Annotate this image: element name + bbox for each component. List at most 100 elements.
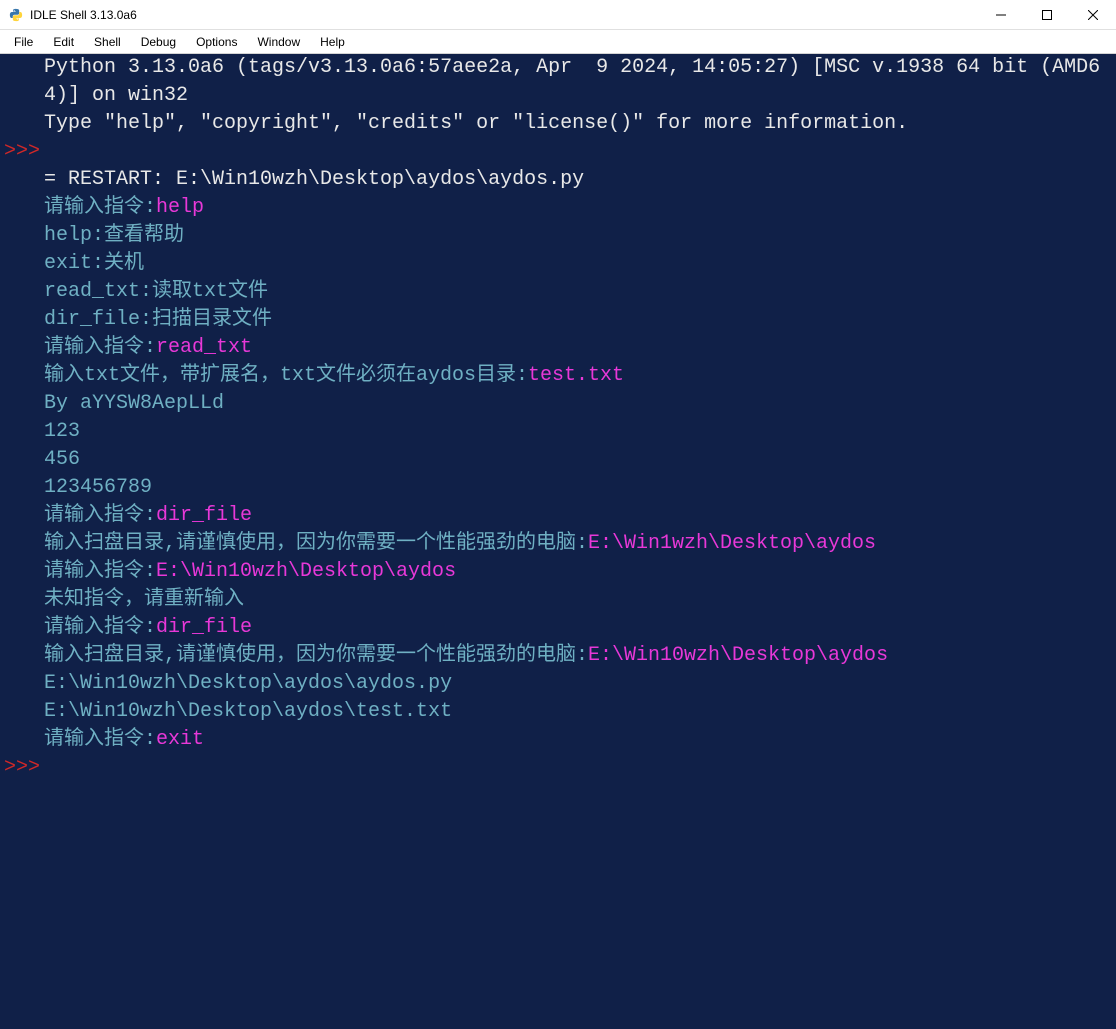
shell-line: read_txt:读取txt文件 bbox=[44, 278, 1108, 306]
shell-line: 输入txt文件，带扩展名，txt文件必须在aydos目录:test.txt bbox=[44, 362, 1108, 390]
prompt bbox=[0, 726, 44, 754]
minimize-button[interactable] bbox=[978, 0, 1024, 30]
shell-text: dir_file bbox=[156, 504, 252, 527]
shell-text: E:\Win10wzh\Desktop\aydos bbox=[588, 644, 888, 667]
shell-line: 输入扫盘目录,请谨慎使用，因为你需要一个性能强劲的电脑:E:\Win1wzh\D… bbox=[44, 530, 1108, 558]
shell-line: 123456789 bbox=[44, 474, 1108, 502]
shell-text: E:\Win10wzh\Desktop\aydos\aydos.py bbox=[44, 672, 452, 695]
menu-shell[interactable]: Shell bbox=[84, 33, 131, 51]
shell-text: E:\Win10wzh\Desktop\aydos\test.txt bbox=[44, 700, 452, 723]
shell-line: E:\Win10wzh\Desktop\aydos\aydos.py bbox=[44, 670, 1108, 698]
prompt bbox=[0, 474, 44, 502]
shell-text: dir_file bbox=[156, 616, 252, 639]
shell-text: By aYYSW8AepLLd bbox=[44, 392, 224, 415]
shell-line: 未知指令，请重新输入 bbox=[44, 586, 1108, 614]
maximize-button[interactable] bbox=[1024, 0, 1070, 30]
prompt bbox=[0, 446, 44, 474]
menu-options[interactable]: Options bbox=[186, 33, 247, 51]
prompt bbox=[0, 530, 44, 558]
shell-line: E:\Win10wzh\Desktop\aydos\test.txt bbox=[44, 698, 1108, 726]
prompt bbox=[0, 698, 44, 726]
shell-text: help bbox=[156, 196, 204, 219]
prompt bbox=[0, 642, 44, 670]
window-title: IDLE Shell 3.13.0a6 bbox=[30, 8, 978, 22]
shell-text: Type "help", "copyright", "credits" or "… bbox=[44, 112, 908, 135]
shell-line: 123 bbox=[44, 418, 1108, 446]
python-icon bbox=[8, 7, 24, 23]
shell-area[interactable]: >>> >>> Python 3.13.0a6 (tags/v3.13.0a6:5… bbox=[0, 54, 1116, 1029]
prompt-filler bbox=[0, 82, 44, 110]
prompt bbox=[0, 306, 44, 334]
shell-line: Type "help", "copyright", "credits" or "… bbox=[44, 110, 1108, 138]
menubar: File Edit Shell Debug Options Window Hel… bbox=[0, 30, 1116, 54]
menu-window[interactable]: Window bbox=[247, 33, 310, 51]
prompt bbox=[0, 222, 44, 250]
shell-text: read_txt:读取txt文件 bbox=[44, 280, 268, 303]
shell-line: 请输入指令:dir_file bbox=[44, 502, 1108, 530]
prompt bbox=[0, 362, 44, 390]
shell-line: exit:关机 bbox=[44, 250, 1108, 278]
prompt bbox=[0, 110, 44, 138]
shell-line: 输入扫盘目录,请谨慎使用，因为你需要一个性能强劲的电脑:E:\Win10wzh\… bbox=[44, 642, 1108, 670]
menu-help[interactable]: Help bbox=[310, 33, 355, 51]
shell-text: 输入扫盘目录,请谨慎使用，因为你需要一个性能强劲的电脑: bbox=[44, 532, 588, 555]
prompt: >>> bbox=[0, 754, 44, 782]
prompt bbox=[0, 586, 44, 614]
menu-file[interactable]: File bbox=[4, 33, 43, 51]
shell-line bbox=[44, 138, 1108, 166]
window-controls bbox=[978, 0, 1116, 29]
shell-line: 请输入指令:E:\Win10wzh\Desktop\aydos bbox=[44, 558, 1108, 586]
shell-line: 请输入指令:dir_file bbox=[44, 614, 1108, 642]
prompt: >>> bbox=[0, 138, 44, 166]
shell-text: exit:关机 bbox=[44, 252, 144, 275]
shell-text: dir_file:扫描目录文件 bbox=[44, 308, 272, 331]
shell-text: E:\Win1wzh\Desktop\aydos bbox=[588, 532, 876, 555]
prompt bbox=[0, 166, 44, 194]
menu-edit[interactable]: Edit bbox=[43, 33, 84, 51]
shell-line: By aYYSW8AepLLd bbox=[44, 390, 1108, 418]
shell-line bbox=[44, 754, 1108, 782]
shell-text: 123 bbox=[44, 420, 80, 443]
prompt bbox=[0, 334, 44, 362]
shell-text: read_txt bbox=[156, 336, 252, 359]
shell-text: test.txt bbox=[528, 364, 624, 387]
shell-text: E:\Win10wzh\Desktop\aydos bbox=[156, 560, 456, 583]
shell-line: help:查看帮助 bbox=[44, 222, 1108, 250]
shell-text: 请输入指令: bbox=[44, 560, 156, 583]
shell-line: 请输入指令:exit bbox=[44, 726, 1108, 754]
prompt bbox=[0, 278, 44, 306]
shell-content[interactable]: Python 3.13.0a6 (tags/v3.13.0a6:57aee2a,… bbox=[44, 54, 1116, 1029]
shell-text: exit bbox=[156, 728, 204, 751]
prompt bbox=[0, 614, 44, 642]
close-button[interactable] bbox=[1070, 0, 1116, 30]
prompt bbox=[0, 390, 44, 418]
prompt bbox=[0, 194, 44, 222]
shell-line: 456 bbox=[44, 446, 1108, 474]
shell-text: Python 3.13.0a6 (tags/v3.13.0a6:57aee2a,… bbox=[44, 56, 1100, 107]
shell-text: 请输入指令: bbox=[44, 504, 156, 527]
shell-text: 输入扫盘目录,请谨慎使用，因为你需要一个性能强劲的电脑: bbox=[44, 644, 588, 667]
prompt bbox=[0, 418, 44, 446]
shell-line: = RESTART: E:\Win10wzh\Desktop\aydos\ayd… bbox=[44, 166, 1108, 194]
window-titlebar: IDLE Shell 3.13.0a6 bbox=[0, 0, 1116, 30]
shell-text: 请输入指令: bbox=[44, 196, 156, 219]
shell-text: 456 bbox=[44, 448, 80, 471]
prompt bbox=[0, 54, 44, 82]
prompt bbox=[0, 670, 44, 698]
prompt bbox=[0, 502, 44, 530]
menu-debug[interactable]: Debug bbox=[131, 33, 186, 51]
prompt-gutter: >>> >>> bbox=[0, 54, 44, 1029]
shell-text: 请输入指令: bbox=[44, 728, 156, 751]
shell-text: 输入txt文件，带扩展名，txt文件必须在aydos目录: bbox=[44, 364, 528, 387]
shell-line: Python 3.13.0a6 (tags/v3.13.0a6:57aee2a,… bbox=[44, 54, 1108, 110]
shell-text: 请输入指令: bbox=[44, 616, 156, 639]
prompt bbox=[0, 250, 44, 278]
shell-text: help:查看帮助 bbox=[44, 224, 184, 247]
prompt bbox=[0, 558, 44, 586]
shell-line: 请输入指令:help bbox=[44, 194, 1108, 222]
shell-line: 请输入指令:read_txt bbox=[44, 334, 1108, 362]
shell-text: = RESTART: E:\Win10wzh\Desktop\aydos\ayd… bbox=[44, 168, 584, 191]
shell-text: 未知指令，请重新输入 bbox=[44, 588, 244, 611]
shell-text: 请输入指令: bbox=[44, 336, 156, 359]
shell-line: dir_file:扫描目录文件 bbox=[44, 306, 1108, 334]
